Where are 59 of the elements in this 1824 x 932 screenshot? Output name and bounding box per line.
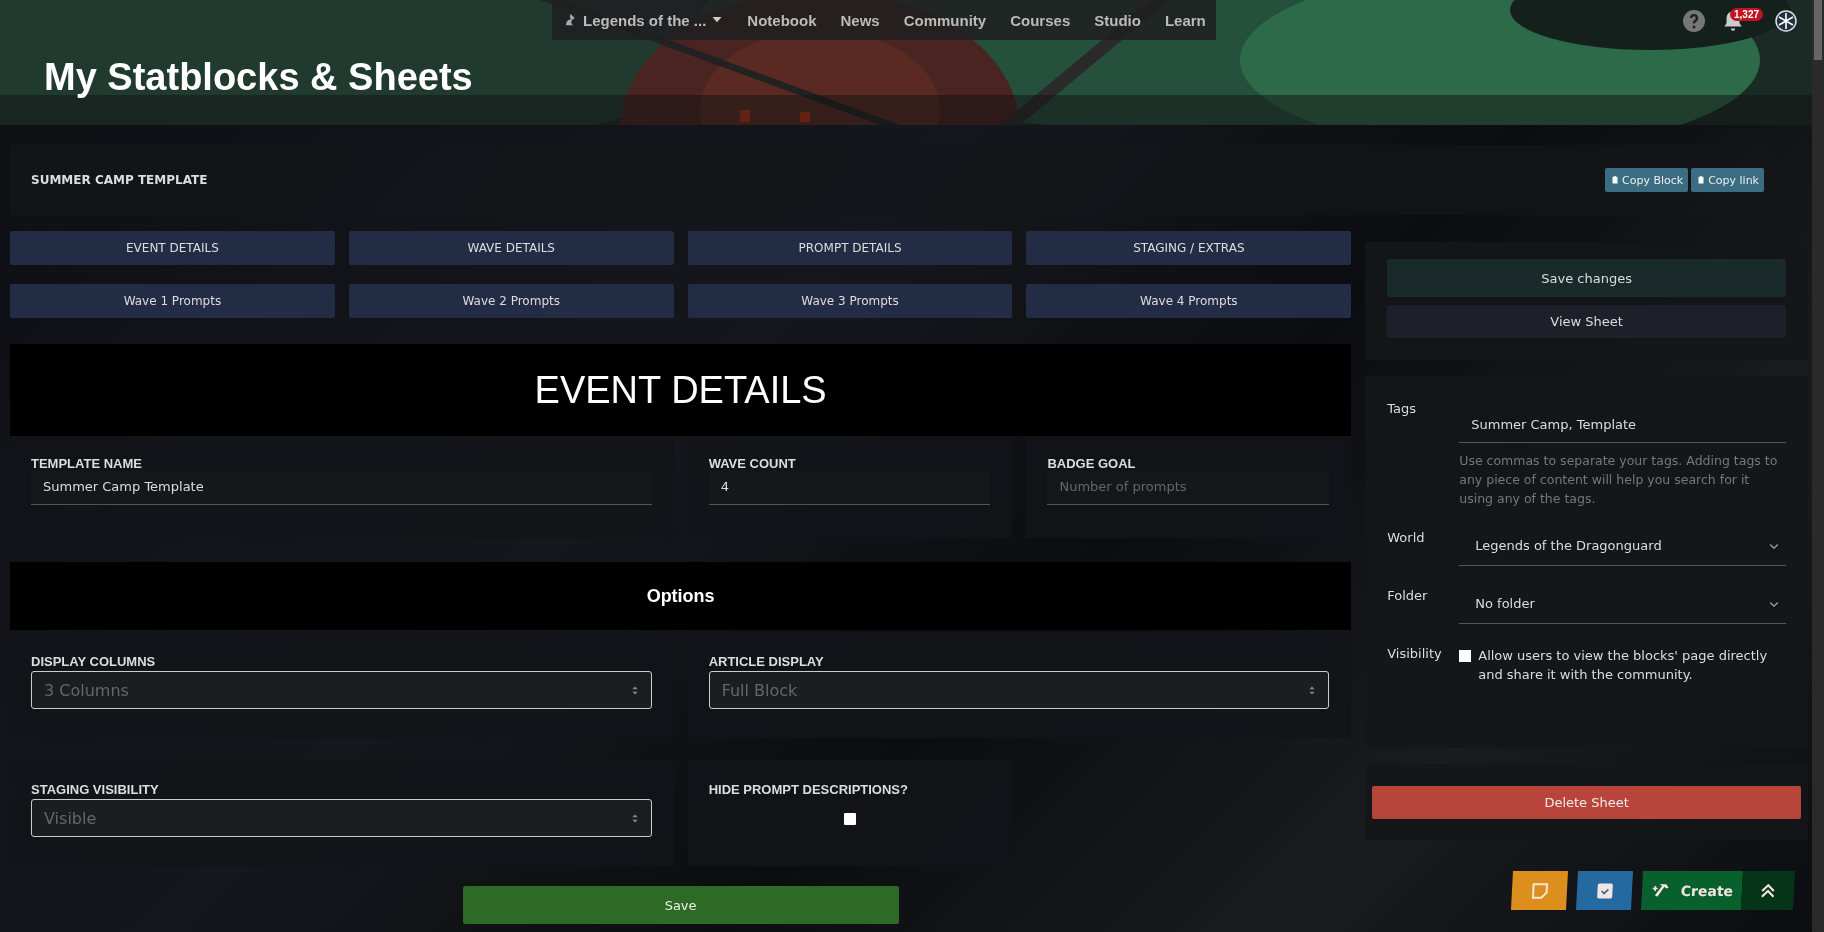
field-label: TEMPLATE NAME bbox=[31, 456, 143, 471]
sheet-title: SUMMER CAMP TEMPLATE bbox=[31, 173, 208, 187]
input-field[interactable]: 4 bbox=[708, 471, 991, 505]
input-field[interactable]: Summer Camp Template bbox=[31, 471, 652, 505]
snowflake-emblem-icon[interactable] bbox=[1774, 9, 1798, 33]
sort-arrows-icon bbox=[630, 684, 639, 696]
section-tab[interactable]: Wave 3 Prompts bbox=[687, 284, 1013, 318]
input-field[interactable]: Number of prompts bbox=[1047, 471, 1330, 505]
field-label: ARTICLE DISPLAY bbox=[708, 654, 825, 669]
clipboard-icon bbox=[1696, 175, 1707, 185]
section-tab[interactable]: WAVE DETAILS bbox=[348, 231, 674, 265]
section-tab[interactable]: Wave 2 Prompts bbox=[348, 284, 674, 318]
world-dropdown[interactable]: Legends of the ... bbox=[562, 11, 724, 29]
checklist-button[interactable] bbox=[1576, 871, 1633, 910]
dropdown-field[interactable]: No folder bbox=[1459, 592, 1786, 624]
help-icon[interactable] bbox=[1682, 9, 1706, 33]
copy-button[interactable]: Copy Block bbox=[1605, 168, 1689, 192]
section-tab[interactable]: EVENT DETAILS bbox=[10, 231, 335, 265]
page-title: My Statblocks & Sheets bbox=[44, 56, 473, 99]
field-label: WAVE COUNT bbox=[708, 456, 797, 471]
field-label: Folder bbox=[1387, 588, 1429, 605]
nav-link[interactable]: Courses bbox=[1010, 11, 1071, 29]
dropdown-field[interactable]: Legends of the Dragonguard bbox=[1459, 534, 1786, 566]
options-heading: Options bbox=[646, 585, 715, 607]
clipboard-icon bbox=[1610, 175, 1620, 185]
create-button[interactable]: Create bbox=[1641, 871, 1743, 910]
save-changes-button[interactable]: Save changes bbox=[1387, 259, 1786, 297]
sort-arrows-icon bbox=[630, 812, 639, 824]
section-tab[interactable]: STAGING / EXTRAS bbox=[1026, 231, 1352, 265]
save-button[interactable]: Save bbox=[462, 886, 899, 924]
field-label: DISPLAY COLUMNS bbox=[31, 654, 157, 669]
help-text: Use commas to separate your tags. Adding tags to any piece of content will help you search for it using any of the tags. bbox=[1459, 452, 1779, 508]
view-sheet-button[interactable]: View Sheet bbox=[1387, 305, 1786, 338]
delete-sheet-button[interactable]: Delete Sheet bbox=[1372, 785, 1801, 819]
section-tab[interactable]: Wave 1 Prompts bbox=[10, 284, 335, 318]
nav-link[interactable]: Notebook bbox=[747, 11, 817, 29]
sticky-note-button[interactable] bbox=[1511, 871, 1568, 910]
field-label: World bbox=[1387, 530, 1426, 547]
nav-link[interactable]: Learn bbox=[1164, 11, 1206, 29]
tags-input-field[interactable]: Summer Camp, Template bbox=[1459, 409, 1786, 443]
field-label: Tags bbox=[1387, 401, 1418, 418]
checkbox-label: Allow users to view the blocks' page directly and share it with the community. bbox=[1478, 647, 1769, 684]
section-heading: EVENT DETAILS bbox=[534, 368, 827, 412]
field-label: BADGE GOAL bbox=[1047, 456, 1137, 471]
section-tab[interactable]: PROMPT DETAILS bbox=[687, 231, 1013, 265]
nav-link[interactable]: News bbox=[840, 11, 880, 29]
nav-link[interactable]: Studio bbox=[1094, 11, 1141, 29]
scroll-top-button[interactable] bbox=[1741, 871, 1795, 910]
field-label: HIDE PROMPT DESCRIPTIONS? bbox=[708, 782, 908, 797]
section-tab[interactable]: Wave 4 Prompts bbox=[1026, 284, 1352, 318]
nav-link[interactable]: Community bbox=[903, 11, 987, 29]
scrollbar[interactable] bbox=[1812, 0, 1824, 932]
field-label: STAGING VISIBILITY bbox=[31, 782, 160, 797]
checkbox[interactable] bbox=[843, 813, 856, 825]
checkbox[interactable] bbox=[1459, 650, 1472, 662]
sticky-note-icon bbox=[1529, 880, 1550, 901]
sort-arrows-icon bbox=[1308, 684, 1317, 696]
copy-button[interactable]: Copy link bbox=[1691, 168, 1764, 192]
field-label: Visibility bbox=[1387, 646, 1443, 663]
